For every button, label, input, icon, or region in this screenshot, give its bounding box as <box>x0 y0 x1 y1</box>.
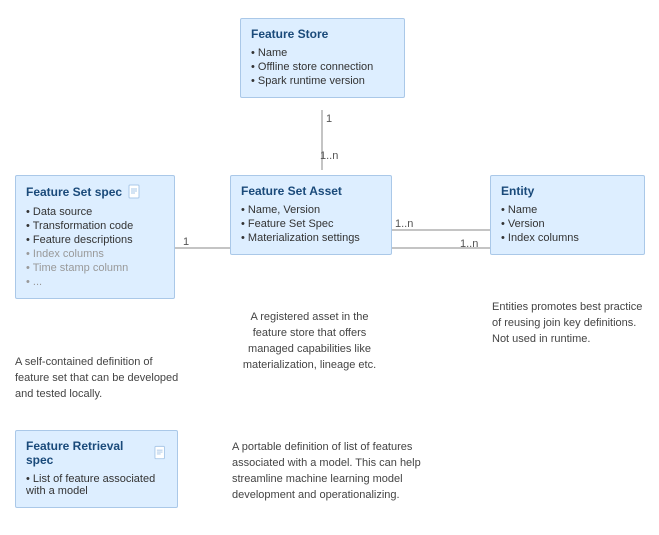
label-1n-asset-upper: 1..n <box>395 218 413 230</box>
feature-retrieval-spec-desc: A portable definition of list of feature… <box>232 440 427 504</box>
feature-store-item-2: • Spark runtime version <box>251 75 394 87</box>
feature-set-asset-box: Feature Set Asset • Name, Version • Feat… <box>230 175 392 255</box>
spec-item-1: • Transformation code <box>26 220 164 232</box>
entity-item-2: • Index columns <box>501 232 634 244</box>
entity-item-0: • Name <box>501 204 634 216</box>
doc-icon <box>128 184 142 200</box>
feature-set-spec-title: Feature Set spec <box>26 184 164 200</box>
label-1n-asset-lower: 1..n <box>460 238 478 250</box>
asset-item-0: • Name, Version <box>241 204 381 216</box>
entity-title: Entity <box>501 184 634 198</box>
feature-retrieval-spec-box: Feature Retrieval spec • List of feature… <box>15 430 178 508</box>
spec-item-2: • Feature descriptions <box>26 234 164 246</box>
diagram: Feature Store • Name • Offline store con… <box>0 0 659 535</box>
spec-item-3: • Index columns <box>26 248 164 260</box>
feature-store-item-1: • Offline store connection <box>251 61 394 73</box>
spec-item-5: • ... <box>26 276 164 288</box>
retrieval-item-0: • List of feature associated with a mode… <box>26 473 167 497</box>
feature-set-spec-desc: A self-contained definition of feature s… <box>15 355 180 403</box>
entity-desc: Entities promotes best practice of reusi… <box>492 300 647 348</box>
spec-item-0: • Data source <box>26 206 164 218</box>
feature-retrieval-spec-title: Feature Retrieval spec <box>26 439 167 467</box>
feature-store-item-0: • Name <box>251 47 394 59</box>
feature-set-asset-desc: A registered asset in the feature store … <box>232 310 387 374</box>
retrieval-doc-icon <box>154 445 167 461</box>
asset-item-1: • Feature Set Spec <box>241 218 381 230</box>
feature-set-asset-title: Feature Set Asset <box>241 184 381 198</box>
label-1: 1 <box>326 113 332 125</box>
label-1n-1: 1..n <box>320 150 338 162</box>
entity-box: Entity • Name • Version • Index columns <box>490 175 645 255</box>
label-1-spec: 1 <box>183 236 189 248</box>
feature-store-title: Feature Store <box>251 27 394 41</box>
asset-item-2: • Materialization settings <box>241 232 381 244</box>
entity-item-1: • Version <box>501 218 634 230</box>
spec-item-4: • Time stamp column <box>26 262 164 274</box>
feature-store-box: Feature Store • Name • Offline store con… <box>240 18 405 98</box>
feature-set-spec-box: Feature Set spec • Data source • Transfo… <box>15 175 175 299</box>
